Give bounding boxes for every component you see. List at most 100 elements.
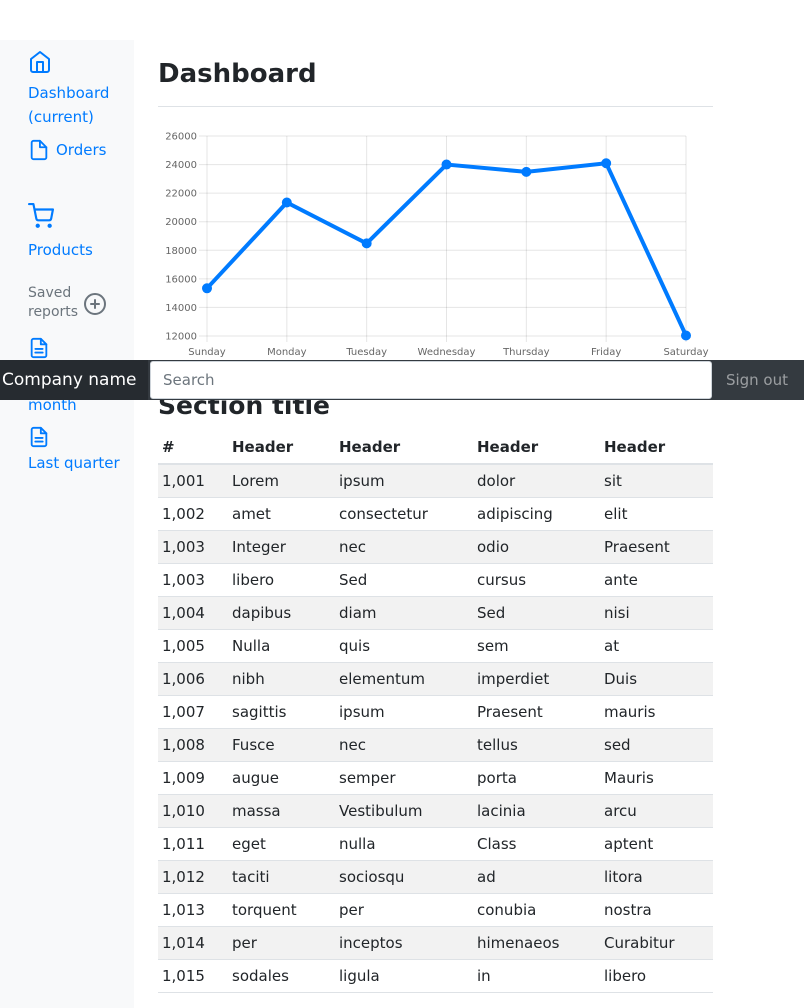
table-header-row: # Header Header Header Header — [158, 430, 713, 465]
y-tick-label: 12000 — [165, 332, 197, 343]
home-icon — [30, 51, 50, 73]
table-cell: at — [600, 628, 713, 662]
table-cell: Vestibulum — [335, 793, 473, 827]
table-cell: ipsum — [335, 463, 473, 497]
table-cell: 1,003 — [158, 562, 228, 596]
y-tick-label: 22000 — [165, 189, 197, 200]
title-divider — [158, 106, 713, 107]
data-point — [601, 158, 612, 169]
table-cell: lacinia — [473, 793, 600, 827]
table-cell: sodales — [228, 958, 335, 993]
table-row: 1,006 nibh elementum imperdiet Duis — [158, 661, 713, 695]
table-cell: eget — [228, 826, 335, 860]
table-row: 1,013 torquent per conubia nostra — [158, 892, 713, 926]
table-cell: ipsum — [335, 694, 473, 728]
page-title: Dashboard — [158, 59, 317, 89]
sidebar-item-label: Last quarter — [28, 454, 120, 472]
table-cell: himenaeos — [473, 925, 600, 959]
sidebar-item-label: Products — [28, 241, 93, 259]
table-cell: Curabitur — [600, 925, 713, 959]
sign-out-link[interactable]: Sign out — [726, 360, 788, 400]
table-cell: massa — [228, 793, 335, 827]
table-cell: litora — [600, 859, 713, 893]
table-row: 1,004 dapibus diam Sed nisi — [158, 595, 713, 629]
table-cell: augue — [228, 760, 335, 794]
table-cell: imperdiet — [473, 661, 600, 695]
table-row: 1,007 sagittis ipsum Praesent mauris — [158, 694, 713, 728]
data-point — [281, 197, 292, 208]
y-tick-label: 16000 — [165, 274, 197, 285]
table-cell: ad — [473, 859, 600, 893]
table-cell: Sed — [335, 562, 473, 596]
table-cell: nibh — [228, 661, 335, 695]
table-cell: 1,009 — [158, 760, 228, 794]
column-header: Header — [335, 430, 473, 465]
search-input[interactable] — [150, 361, 712, 399]
table-cell: 1,008 — [158, 727, 228, 761]
table-cell: Sed — [473, 595, 600, 629]
x-tick-label: Wednesday — [418, 347, 476, 358]
table-row: 1,003 libero Sed cursus ante — [158, 562, 713, 596]
table-cell: 1,006 — [158, 661, 228, 695]
table-cell: amet — [228, 496, 335, 530]
table-cell: sagittis — [228, 694, 335, 728]
table-row: 1,015 sodales ligula in libero — [158, 958, 713, 993]
table-cell: nulla — [335, 826, 473, 860]
table-cell: sit — [600, 463, 713, 497]
file-text-icon — [30, 426, 48, 448]
y-tick-label: 20000 — [165, 217, 197, 228]
sidebar-item-dashboard[interactable]: Dashboard (current) — [28, 50, 128, 129]
data-point — [521, 166, 532, 177]
table-row: 1,001 Lorem ipsum dolor sit — [158, 463, 713, 497]
y-tick-label: 26000 — [165, 132, 197, 143]
sidebar-item-label: Dashboard (current) — [28, 84, 110, 126]
table-cell: nec — [335, 529, 473, 563]
table-cell: arcu — [600, 793, 713, 827]
data-point — [441, 159, 452, 170]
table-cell: Lorem — [228, 463, 335, 497]
table-cell: 1,005 — [158, 628, 228, 662]
add-report-button[interactable] — [83, 292, 107, 320]
data-point — [361, 238, 372, 249]
saved-reports-heading: Saved reports — [28, 284, 112, 322]
table-row: 1,008 Fusce nec tellus sed — [158, 727, 713, 761]
sidebar-item-products[interactable]: Products — [28, 203, 93, 262]
table-cell: 1,003 — [158, 529, 228, 563]
table-cell: 1,014 — [158, 925, 228, 959]
brand-link[interactable]: Company name — [0, 360, 148, 400]
table-cell: libero — [600, 958, 713, 993]
table-cell: sem — [473, 628, 600, 662]
table-cell: sociosqu — [335, 859, 473, 893]
column-header: Header — [600, 430, 713, 465]
line-chart: 12000 14000 16000 18000 20000 22000 24000 26000… — [165, 132, 708, 359]
saved-reports-label: Saved reports — [28, 285, 79, 320]
table-cell: porta — [473, 760, 600, 794]
table-cell: Nulla — [228, 628, 335, 662]
table-row: 1,009 augue semper porta Mauris — [158, 760, 713, 794]
data-point — [681, 330, 691, 341]
table-cell: torquent — [228, 892, 335, 926]
table-row: 1,014 per inceptos himenaeos Curabitur — [158, 925, 713, 959]
table-cell: Duis — [600, 661, 713, 695]
table-row: 1,010 massa Vestibulum lacinia arcu — [158, 793, 713, 827]
sidebar-item-last-quarter[interactable]: Last quarter — [28, 425, 120, 475]
table-cell: quis — [335, 628, 473, 662]
table-cell: nisi — [600, 595, 713, 629]
table-cell: 1,013 — [158, 892, 228, 926]
table-cell: elit — [600, 496, 713, 530]
table-cell: consectetur — [335, 496, 473, 530]
table-cell: Praesent — [600, 529, 713, 563]
y-tick-label: 14000 — [165, 303, 197, 314]
table-cell: ante — [600, 562, 713, 596]
sidebar-item-orders[interactable]: Orders — [28, 138, 106, 162]
table-cell: elementum — [335, 661, 473, 695]
table-cell: odio — [473, 529, 600, 563]
x-tick-label: Monday — [267, 347, 307, 358]
table-cell: dapibus — [228, 595, 335, 629]
table-cell: tellus — [473, 727, 600, 761]
table-row: 1,012 taciti sociosqu ad litora — [158, 859, 713, 893]
table-cell: 1,015 — [158, 958, 228, 993]
x-tick-label: Thursday — [502, 347, 550, 358]
x-tick-label: Tuesday — [345, 347, 387, 358]
table-cell: libero — [228, 562, 335, 596]
